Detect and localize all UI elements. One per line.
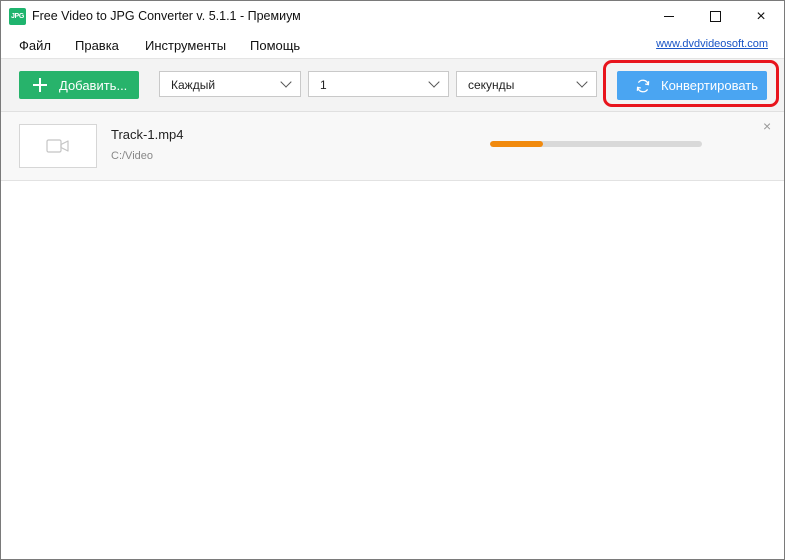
chevron-down-icon	[576, 76, 588, 88]
file-name: Track-1.mp4	[111, 127, 184, 142]
file-path: C:/Video	[111, 150, 153, 162]
unit-select-value: секунды	[468, 78, 515, 92]
app-logo-icon: JPG	[9, 8, 26, 25]
maximize-icon	[709, 11, 721, 22]
file-list-item[interactable]: Track-1.mp4 C:/Video ×	[1, 112, 784, 181]
conversion-progress-bar	[490, 141, 702, 147]
close-icon: ×	[756, 7, 766, 25]
maximize-button[interactable]	[692, 1, 738, 32]
add-button[interactable]: Добавить...	[19, 71, 139, 99]
title-bar[interactable]: JPG Free Video to JPG Converter v. 5.1.1…	[1, 1, 784, 32]
menu-edit[interactable]: Правка	[75, 38, 119, 53]
website-link[interactable]: www.dvdvideosoft.com	[656, 38, 768, 50]
minimize-button[interactable]	[646, 1, 692, 32]
menu-help[interactable]: Помощь	[250, 38, 300, 53]
interval-select-value: 1	[320, 78, 327, 92]
add-button-label: Добавить...	[59, 77, 128, 93]
refresh-icon	[636, 79, 650, 92]
chevron-down-icon	[428, 76, 440, 88]
convert-button-label: Конвертировать	[661, 78, 759, 93]
unit-select[interactable]: секунды	[456, 71, 597, 97]
close-button[interactable]: ×	[738, 1, 784, 32]
video-camera-icon	[46, 139, 69, 153]
minimize-icon	[664, 16, 674, 17]
convert-button[interactable]: Конвертировать	[617, 71, 767, 100]
menu-file[interactable]: Файл	[19, 38, 51, 53]
app-window: JPG Free Video to JPG Converter v. 5.1.1…	[0, 0, 785, 560]
frequency-select[interactable]: Каждый	[159, 71, 301, 97]
interval-select[interactable]: 1	[308, 71, 449, 97]
menu-tools[interactable]: Инструменты	[145, 38, 226, 53]
chevron-down-icon	[280, 76, 292, 88]
window-title: Free Video to JPG Converter v. 5.1.1 - П…	[32, 9, 301, 23]
remove-file-button[interactable]: ×	[763, 119, 771, 133]
plus-icon	[33, 78, 47, 92]
progress-fill	[490, 141, 543, 147]
menu-bar: Файл Правка Инструменты Помощь www.dvdvi…	[1, 32, 784, 59]
frequency-select-value: Каждый	[171, 78, 216, 92]
video-thumbnail	[19, 124, 97, 168]
